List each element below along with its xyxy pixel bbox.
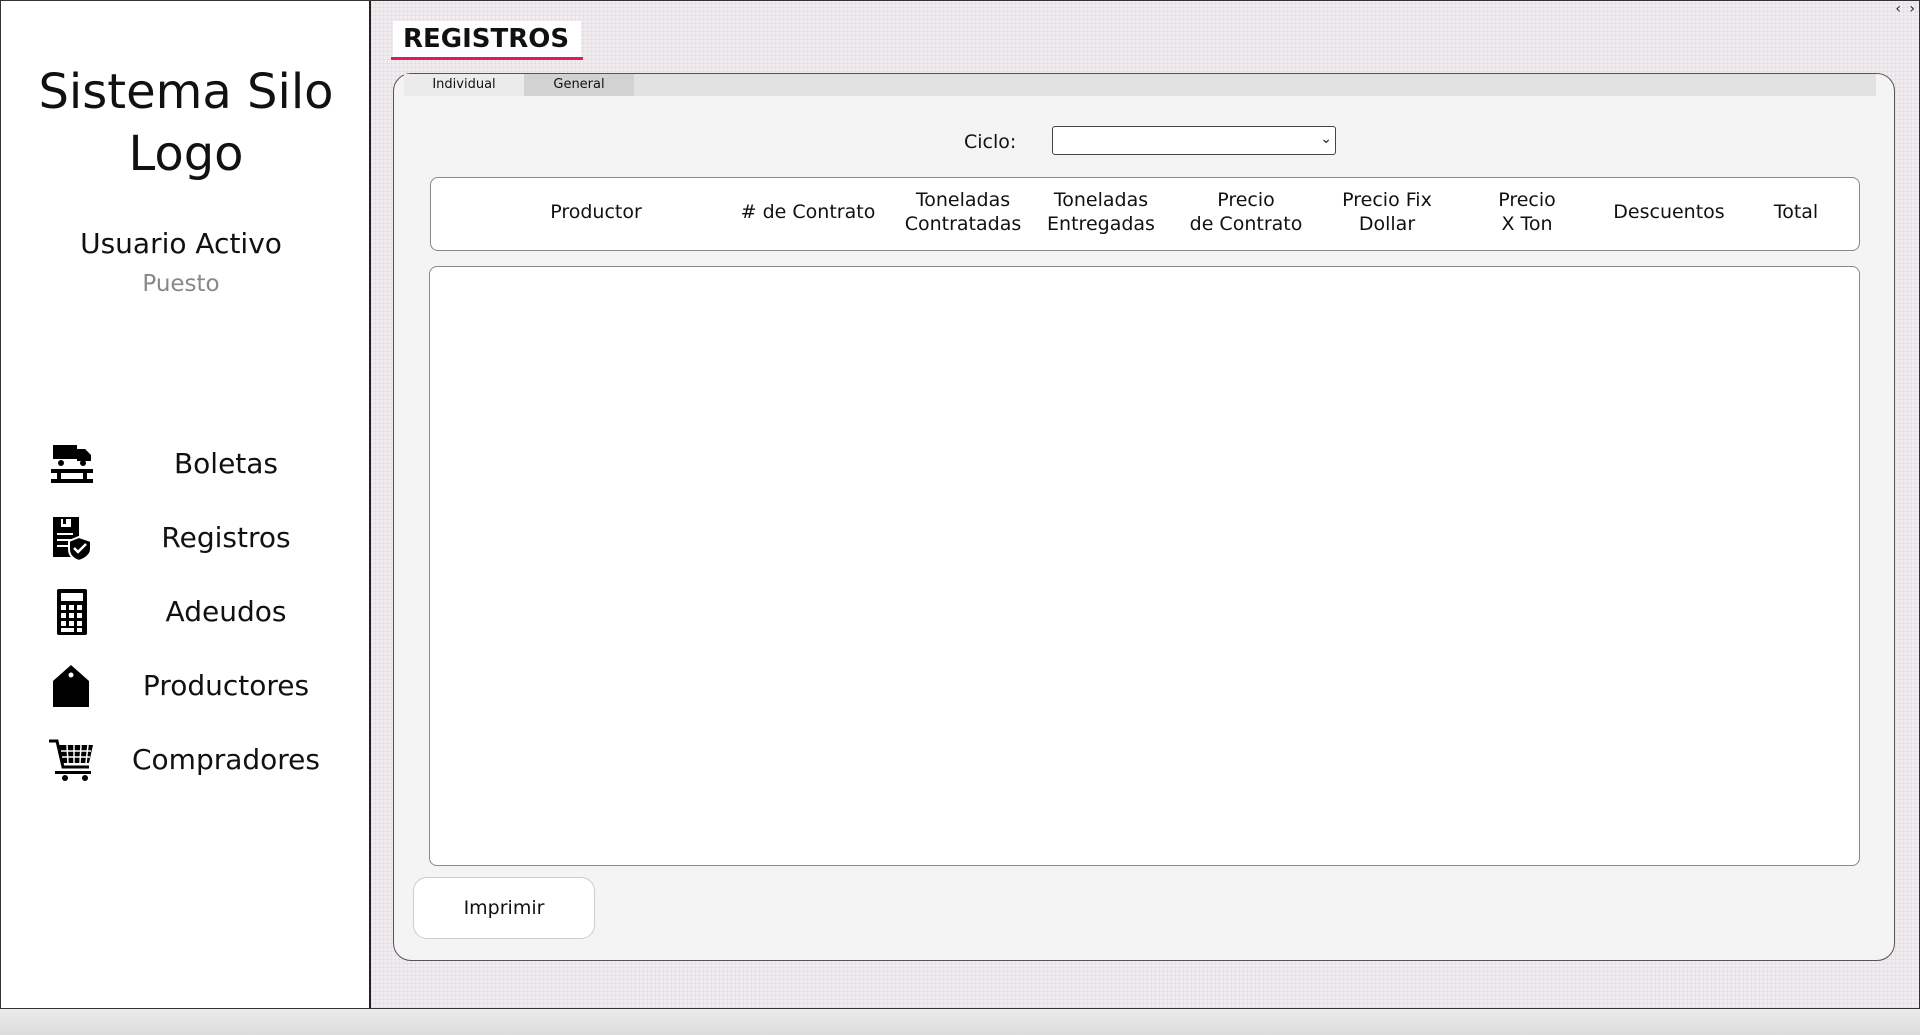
bottom-strip xyxy=(0,1009,1920,1035)
chevron-down-icon: ⌄ xyxy=(1320,131,1332,147)
column-header-precio-x-ton: Precio X Ton xyxy=(1498,189,1556,235)
column-header-descuentos: Descuentos xyxy=(1613,201,1725,223)
shopping-cart-icon xyxy=(49,739,93,781)
app-title: Sistema Silo Logo xyxy=(38,64,334,182)
app-window: Sistema Silo Logo Usuario Activo Puesto … xyxy=(0,0,1920,1009)
truck-scale-icon xyxy=(51,445,93,483)
table-header: Productor # de Contrato Toneladas Contra… xyxy=(430,177,1860,251)
nav-label-productores: Productores xyxy=(142,669,310,702)
page-title-underline xyxy=(391,57,583,60)
active-user-name: Usuario Activo xyxy=(80,227,282,260)
nav-item-compradores[interactable]: Compradores xyxy=(41,731,341,787)
nav-label-registros: Registros xyxy=(161,521,291,554)
nav-label-compradores: Compradores xyxy=(131,743,320,776)
column-header-toneladas-entregadas: Toneladas Entregadas xyxy=(1047,189,1155,235)
ciclo-label: Ciclo: xyxy=(964,131,1017,153)
calculator-icon xyxy=(57,589,87,635)
document-shield-icon xyxy=(53,517,92,561)
ciclo-dropdown[interactable]: ⌄ xyxy=(1052,126,1336,155)
column-header-productor: Productor xyxy=(550,201,642,223)
house-tag-icon xyxy=(53,665,89,707)
nav-item-boletas[interactable]: Boletas xyxy=(41,435,341,491)
registros-card: Individual General Ciclo: ⌄ Productor # … xyxy=(393,73,1895,961)
table-body[interactable] xyxy=(429,266,1860,866)
column-header-contrato: # de Contrato xyxy=(740,201,876,223)
active-user-role: Puesto xyxy=(142,271,220,297)
column-header-precio-fix-dollar: Precio Fix Dollar xyxy=(1342,189,1432,235)
nav-label-adeudos: Adeudos xyxy=(165,595,287,628)
tab-individual[interactable]: Individual xyxy=(404,74,524,96)
sidebar: Sistema Silo Logo Usuario Activo Puesto … xyxy=(1,1,371,1008)
column-header-toneladas-contratadas: Toneladas Contratadas xyxy=(904,189,1022,235)
tab-general[interactable]: General xyxy=(524,74,634,96)
column-header-total: Total xyxy=(1773,201,1819,223)
nav-item-registros[interactable]: Registros xyxy=(41,509,341,565)
nav-item-productores[interactable]: Productores xyxy=(41,657,341,713)
tab-strip: Individual General xyxy=(404,74,1876,96)
main-content: ‹ › REGISTROS Individual General Ciclo: … xyxy=(371,1,1919,1008)
page-title: REGISTROS xyxy=(393,21,581,57)
window-resize-arrows-icon[interactable]: ‹ › xyxy=(1895,1,1917,17)
nav-item-adeudos[interactable]: Adeudos xyxy=(41,583,341,639)
nav-label-boletas: Boletas xyxy=(173,447,279,480)
column-header-precio-contrato: Precio de Contrato xyxy=(1189,189,1303,235)
print-button[interactable]: Imprimir xyxy=(413,877,595,939)
